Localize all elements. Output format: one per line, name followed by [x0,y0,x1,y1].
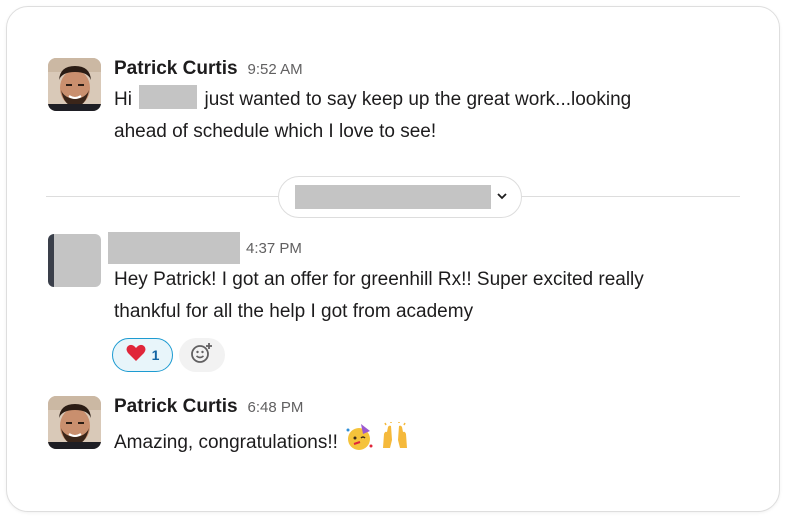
reaction-count: 1 [151,347,160,363]
date-divider-button[interactable] [278,176,522,218]
chevron-down-icon [497,191,507,203]
avatar-patrick-curtis[interactable] [48,396,101,449]
partying-face-emoji [344,422,374,463]
redacted-date [295,185,491,209]
message-timestamp[interactable]: 9:52 AM [248,61,303,78]
message-text-prefix: Hi [114,89,132,110]
message-text-line2: ahead of schedule which I love to see! [114,121,437,142]
heart-emoji [126,344,146,367]
message-text-line1: just wanted to say keep up the great wor… [204,89,632,110]
message-timestamp[interactable]: 4:37 PM [246,240,302,257]
avatar-redacted[interactable] [48,234,101,287]
add-reaction-button[interactable] [179,338,225,372]
redacted-name [139,85,198,109]
message-text: Hi just wanted to say keep up the great … [114,84,631,116]
reactions-bar: 1 [112,338,225,372]
raised-hands-emoji [380,422,410,463]
sender-name[interactable]: Patrick Curtis [114,396,238,418]
message-text-line1: Amazing, congratulations!! [114,431,338,453]
avatar-patrick-curtis[interactable] [48,58,101,111]
redacted-sender [108,232,240,264]
message-timestamp[interactable]: 6:48 PM [248,399,304,416]
sender-name[interactable]: Patrick Curtis [114,58,238,80]
message-text-line1: Hey Patrick! I got an offer for greenhil… [114,269,644,290]
reaction-heart[interactable]: 1 [112,338,173,372]
message-text-line2: thankful for all the help I got from aca… [114,301,474,322]
message-text: Amazing, congratulations!! [114,422,410,463]
add-reaction-icon [190,342,214,369]
